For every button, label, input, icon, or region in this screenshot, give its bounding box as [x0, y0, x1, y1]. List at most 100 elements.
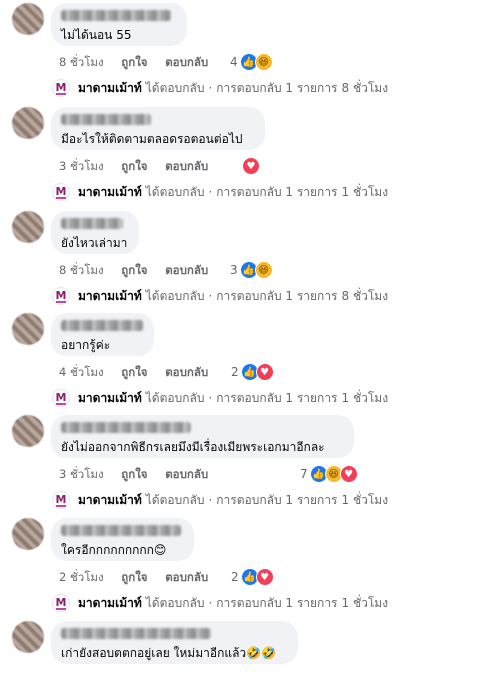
like-button[interactable]: ถูกใจ	[121, 467, 147, 481]
commenter-name-redacted[interactable]	[61, 10, 171, 21]
separator-dot: ·	[208, 81, 213, 95]
page-logo-underline	[56, 300, 66, 303]
reply-button[interactable]: ตอบกลับ	[165, 263, 208, 277]
commenter-name-redacted[interactable]	[61, 320, 143, 331]
page-logo-letter: M	[55, 595, 67, 609]
reply-count: การตอบกลับ 1 รายการ	[216, 492, 338, 507]
like-button[interactable]: ถูกใจ	[121, 570, 147, 584]
reply-summary[interactable]: M มาดามเม้าท์ ได้ตอบกลับ · การตอบกลับ 1 …	[52, 490, 388, 510]
comment-actions: 3 ชั่วโมง ถูกใจ ตอบกลับ	[59, 466, 222, 484]
commenter-name-redacted[interactable]	[61, 628, 211, 639]
comment-actions: 8 ชั่วโมง ถูกใจ ตอบกลับ	[59, 54, 222, 72]
comment-text: ยังไหวเล่ามา	[61, 236, 128, 250]
page-logo-underline	[56, 607, 66, 610]
like-button[interactable]: ถูกใจ	[121, 263, 147, 277]
comment-bubble: ยังไม่ออกจากพิธีกรเลยมึงมีเรื่องเมียพระเ…	[51, 415, 354, 458]
reply-summary[interactable]: M มาดามเม้าท์ ได้ตอบกลับ · การตอบกลับ 1 …	[52, 593, 388, 613]
commenter-name-redacted[interactable]	[61, 114, 151, 125]
avatar[interactable]	[12, 621, 44, 653]
separator-dot: ·	[208, 289, 213, 303]
comment-bubble: อยากรู้ค่ะ	[51, 313, 154, 356]
reply-time: 1 ชั่วโมง	[341, 184, 389, 199]
like-button[interactable]: ถูกใจ	[121, 55, 147, 69]
reply-count: การตอบกลับ 1 รายการ	[216, 80, 338, 95]
love-icon: ♥	[339, 465, 358, 483]
comment-text: ยังไม่ออกจากพิธีกรเลยมึงมีเรื่องเมียพระเ…	[61, 440, 325, 454]
reply-button[interactable]: ตอบกลับ	[165, 159, 208, 173]
love-icon: ♥	[255, 568, 274, 586]
avatar[interactable]	[12, 415, 44, 447]
page-logo-letter: M	[55, 184, 67, 198]
commenter-name-redacted[interactable]	[61, 525, 181, 536]
avatar[interactable]	[12, 313, 44, 345]
reaction-count: 3	[230, 263, 238, 277]
page-avatar[interactable]: M	[52, 79, 70, 97]
reply-summary[interactable]: M มาดามเม้าท์ ได้ตอบกลับ · การตอบกลับ 1 …	[52, 182, 388, 202]
love-icon: ♥	[242, 157, 260, 175]
page-logo-letter: M	[55, 288, 67, 302]
comment-time[interactable]: 8 ชั่วโมง	[59, 263, 104, 277]
haha-icon: 😆	[254, 261, 273, 279]
comment-item: ยังไหวเล่ามา 8 ชั่วโมง ถูกใจ ตอบกลับ 3 👍…	[0, 211, 479, 315]
comment-bubble: ใครอีกกกกกกกกก😊	[51, 518, 194, 561]
commenter-name-redacted[interactable]	[61, 422, 191, 433]
like-button[interactable]: ถูกใจ	[121, 365, 147, 379]
page-avatar[interactable]: M	[52, 287, 70, 305]
reply-action: ได้ตอบกลับ	[145, 492, 205, 507]
reply-page-name: มาดามเม้าท์	[78, 80, 142, 95]
comment-text: ใครอีกกกกกกกกก😊	[61, 543, 167, 557]
page-avatar[interactable]: M	[52, 389, 70, 407]
reaction-summary[interactable]: 7 👍 😆 ♥	[300, 465, 358, 483]
page-avatar[interactable]: M	[52, 491, 70, 509]
reaction-summary[interactable]: 4 👍 😆	[230, 53, 273, 71]
avatar[interactable]	[12, 518, 44, 550]
reaction-summary[interactable]: ♥	[242, 157, 260, 175]
comment-item: อยากรู้ค่ะ 4 ชั่วโมง ถูกใจ ตอบกลับ 2 👍 ♥…	[0, 313, 479, 417]
love-icon: ♥	[255, 363, 274, 381]
comment-actions: 2 ชั่วโมง ถูกใจ ตอบกลับ	[59, 569, 222, 587]
comment-text: มีอะไรให้ติดตามตลอดรอตอนต่อไป	[61, 132, 243, 146]
comment-time[interactable]: 2 ชั่วโมง	[59, 570, 104, 584]
comment-time[interactable]: 4 ชั่วโมง	[59, 365, 104, 379]
reply-summary[interactable]: M มาดามเม้าท์ ได้ตอบกลับ · การตอบกลับ 1 …	[52, 388, 388, 408]
comment-item: ไม่ได้นอน 55 8 ชั่วโมง ถูกใจ ตอบกลับ 4 👍…	[0, 3, 479, 107]
reply-button[interactable]: ตอบกลับ	[165, 570, 208, 584]
reply-summary[interactable]: M มาดามเม้าท์ ได้ตอบกลับ · การตอบกลับ 1 …	[52, 286, 388, 306]
comment-item: ยังไม่ออกจากพิธีกรเลยมึงมีเรื่องเมียพระเ…	[0, 415, 479, 519]
reaction-summary[interactable]: 3 👍 😆	[230, 261, 273, 279]
page-avatar[interactable]: M	[52, 594, 70, 612]
comment-actions: 3 ชั่วโมง ถูกใจ ตอบกลับ	[59, 158, 222, 176]
like-button[interactable]: ถูกใจ	[121, 159, 147, 173]
reply-time: 1 ชั่วโมง	[341, 595, 389, 610]
reply-button[interactable]: ตอบกลับ	[165, 467, 208, 481]
reply-button[interactable]: ตอบกลับ	[165, 55, 208, 69]
reply-time: 8 ชั่วโมง	[341, 288, 389, 303]
comment-time[interactable]: 8 ชั่วโมง	[59, 55, 104, 69]
reply-count: การตอบกลับ 1 รายการ	[216, 288, 338, 303]
avatar[interactable]	[12, 211, 44, 243]
page-avatar[interactable]: M	[52, 183, 70, 201]
comment-time[interactable]: 3 ชั่วโมง	[59, 159, 104, 173]
comment-text: อยากรู้ค่ะ	[61, 338, 111, 352]
page-logo-underline	[56, 92, 66, 95]
separator-dot: ·	[208, 185, 213, 199]
comment-text: ไม่ได้นอน 55	[61, 28, 132, 42]
commenter-name-redacted[interactable]	[61, 218, 123, 229]
comment-actions: 4 ชั่วโมง ถูกใจ ตอบกลับ	[59, 364, 222, 382]
reply-page-name: มาดามเม้าท์	[78, 390, 142, 405]
haha-icon: 😆	[254, 53, 273, 71]
reaction-summary[interactable]: 2 👍 ♥	[231, 568, 274, 586]
comment-item: ใครอีกกกกกกกกก😊 2 ชั่วโมง ถูกใจ ตอบกลับ …	[0, 518, 479, 622]
comment-bubble: มีอะไรให้ติดตามตลอดรอตอนต่อไป	[51, 107, 265, 150]
reply-button[interactable]: ตอบกลับ	[165, 365, 208, 379]
reaction-summary[interactable]: 2 👍 ♥	[231, 363, 274, 381]
avatar[interactable]	[12, 107, 44, 139]
reaction-count: 4	[230, 55, 238, 69]
reply-time: 1 ชั่วโมง	[341, 390, 389, 405]
reply-action: ได้ตอบกลับ	[145, 390, 205, 405]
comment-time[interactable]: 3 ชั่วโมง	[59, 467, 104, 481]
reply-action: ได้ตอบกลับ	[145, 288, 205, 303]
page-logo-underline	[56, 402, 66, 405]
avatar[interactable]	[12, 3, 44, 35]
reply-summary[interactable]: M มาดามเม้าท์ ได้ตอบกลับ · การตอบกลับ 1 …	[52, 78, 388, 98]
